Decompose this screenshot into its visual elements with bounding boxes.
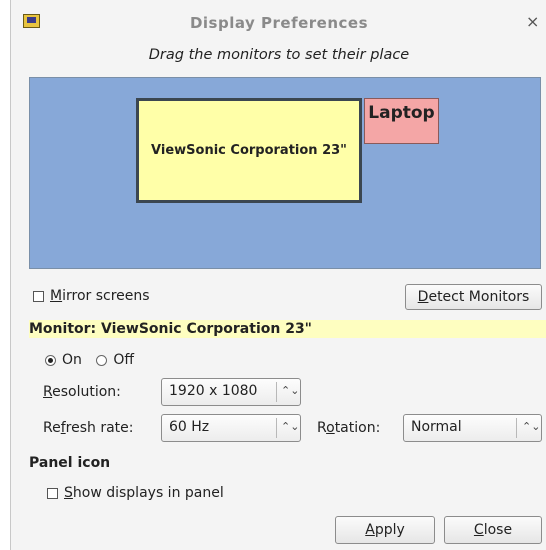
resolution-label: Resolution: <box>43 384 121 400</box>
power-radio-group: On Off <box>45 352 144 368</box>
refresh-rate-label: Refresh rate: <box>43 420 134 436</box>
resolution-value: 1920 x 1080 <box>169 383 258 399</box>
checkbox-icon[interactable] <box>33 290 44 302</box>
resolution-label-text: esolution: <box>52 384 121 400</box>
rotation-value: Normal <box>411 419 462 435</box>
rotation-label: Rotation: <box>317 420 380 436</box>
mirror-mnemonic: M <box>50 288 63 304</box>
rotation-combo[interactable]: Normal ⌃⌄ <box>403 414 542 442</box>
off-radio[interactable]: Off <box>96 352 134 368</box>
window-title: Display Preferences <box>189 14 369 32</box>
apply-mnemonic: A <box>365 522 375 538</box>
resolution-combo[interactable]: 1920 x 1080 ⌃⌄ <box>161 378 301 406</box>
radio-unchecked-icon[interactable] <box>96 354 108 366</box>
show-displays-checkbox[interactable]: Show displays in panel <box>47 485 224 501</box>
mirror-screens-checkbox[interactable]: Mirror screens <box>33 288 150 304</box>
close-button[interactable]: Close <box>444 516 542 544</box>
up-down-arrows-icon[interactable]: ⌃⌄ <box>281 382 299 400</box>
off-label: Off <box>113 352 135 368</box>
refresh-label-pre: Re <box>43 420 61 436</box>
detect-mnemonic: D <box>417 289 429 305</box>
drag-instruction: Drag the monitors to set their place <box>148 47 410 63</box>
monitor-laptop[interactable]: Laptop <box>364 98 439 144</box>
detect-label: etect Monitors <box>428 289 530 305</box>
checkbox-icon[interactable] <box>47 487 58 499</box>
display-preferences-window: Display Preferences × Drag the monitors … <box>10 0 546 550</box>
combo-separator <box>276 418 277 438</box>
close-label: lose <box>483 522 513 538</box>
panel-icon-heading: Panel icon <box>29 455 111 471</box>
combo-separator <box>516 418 517 438</box>
resolution-mnemonic: R <box>43 384 53 400</box>
rotation-label-text: tation: <box>334 420 381 436</box>
apply-button[interactable]: Apply <box>335 516 435 544</box>
detect-monitors-button[interactable]: Detect Monitors <box>405 284 542 310</box>
rotation-mnemonic: o <box>326 420 335 436</box>
refresh-label-text: resh rate: <box>65 420 134 436</box>
combo-separator <box>276 382 277 402</box>
mirror-label: irror screens <box>62 288 150 304</box>
refresh-rate-value: 60 Hz <box>169 419 210 435</box>
up-down-arrows-icon[interactable]: ⌃⌄ <box>281 418 299 436</box>
show-displays-label: how displays in panel <box>72 485 224 501</box>
monitor-arrangement-area[interactable]: ViewSonic Corporation 23" Laptop <box>29 77 541 269</box>
on-label: On <box>62 352 82 368</box>
up-down-arrows-icon[interactable]: ⌃⌄ <box>522 418 540 436</box>
title-bar[interactable]: Display Preferences × <box>11 0 546 44</box>
on-radio[interactable]: On <box>45 352 82 368</box>
monitor-section-header: Monitor: ViewSonic Corporation 23" <box>29 320 546 338</box>
close-icon[interactable]: × <box>526 12 539 31</box>
radio-checked-icon[interactable] <box>45 354 56 366</box>
monitor-viewsonic[interactable]: ViewSonic Corporation 23" <box>136 98 362 203</box>
rotation-label-pre: R <box>317 420 327 436</box>
refresh-rate-combo[interactable]: 60 Hz ⌃⌄ <box>161 414 301 442</box>
show-mnemonic: S <box>64 485 73 501</box>
close-mnemonic: C <box>473 522 484 538</box>
apply-label: pply <box>374 522 405 538</box>
